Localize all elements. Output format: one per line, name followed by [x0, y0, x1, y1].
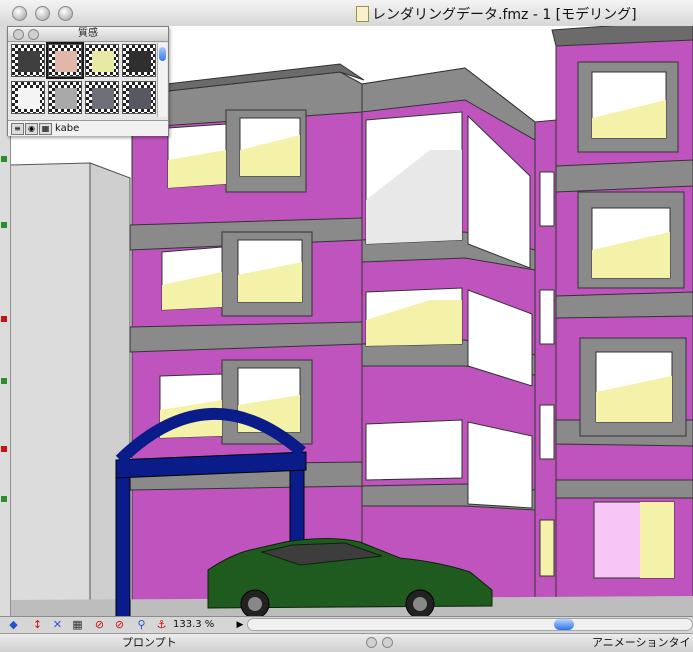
- material-edit-icon[interactable]: ◉: [25, 123, 38, 135]
- document-icon: [356, 6, 369, 22]
- animation-panel-collapse-button[interactable]: [382, 637, 393, 648]
- selected-material-name: kabe: [55, 123, 80, 134]
- minimize-button[interactable]: [35, 6, 50, 21]
- wireframe-icon[interactable]: ✕: [50, 618, 65, 632]
- strip-marker: [1, 156, 7, 162]
- material-swatch[interactable]: [85, 44, 119, 77]
- prompt-panel-label[interactable]: プロンプト: [122, 634, 177, 652]
- magnifier-icon[interactable]: ⚲: [134, 618, 149, 632]
- strip-marker: [1, 446, 7, 452]
- material-palette[interactable]: 質感 ≡ ◉ ▦ kabe: [7, 26, 169, 136]
- horizontal-scroll-thumb[interactable]: [554, 619, 574, 630]
- palette-scrollbar[interactable]: [157, 43, 167, 117]
- zoom-button[interactable]: [58, 6, 73, 21]
- material-swatch-selected[interactable]: [46, 42, 84, 79]
- grid-view-icon[interactable]: ▦: [39, 123, 52, 135]
- strip-marker: [1, 316, 7, 322]
- disable-icon-2[interactable]: ⊘: [112, 618, 127, 632]
- strip-marker: [1, 496, 7, 502]
- material-swatch[interactable]: [122, 81, 156, 114]
- palette-title: 質感: [78, 28, 98, 39]
- zoom-menu-arrow-icon[interactable]: ▶: [235, 618, 245, 632]
- palette-scroll-thumb[interactable]: [159, 47, 166, 61]
- material-swatch[interactable]: [11, 81, 45, 114]
- window-titlebar: レンダリングデータ.fmz - 1 [モデリング]: [0, 0, 693, 27]
- bottom-panels: プロンプト アニメーションタイ: [0, 633, 693, 652]
- vertical-move-icon[interactable]: ↕: [30, 618, 45, 632]
- axis-icon[interactable]: ⚓: [154, 618, 169, 632]
- animation-panel-close-button[interactable]: [366, 637, 377, 648]
- close-button[interactable]: [12, 6, 27, 21]
- palette-footer: ≡ ◉ ▦ kabe: [8, 120, 168, 136]
- material-swatch[interactable]: [48, 81, 82, 114]
- view-toolbar: ◆ ↕ ✕ ▦ ⊘ ⊘ ⚲ ⚓ 133.3 % ▶: [0, 616, 693, 633]
- disable-icon[interactable]: ⊘: [92, 618, 107, 632]
- strip-marker: [1, 378, 7, 384]
- list-view-icon[interactable]: ≡: [11, 123, 24, 135]
- material-swatch[interactable]: [11, 44, 45, 77]
- window-title: レンダリングデータ.fmz - 1 [モデリング]: [372, 7, 637, 23]
- perspective-icon[interactable]: ◆: [6, 618, 21, 632]
- material-swatch[interactable]: [122, 44, 156, 77]
- strip-marker: [1, 222, 7, 228]
- material-swatch[interactable]: [85, 81, 119, 114]
- palette-titlebar[interactable]: 質感: [8, 27, 168, 42]
- animation-panel-label[interactable]: アニメーションタイ: [592, 634, 691, 652]
- horizontal-scrollbar[interactable]: [247, 618, 693, 631]
- zoom-level[interactable]: 133.3 %: [173, 617, 214, 633]
- grid-icon[interactable]: ▦: [70, 618, 85, 632]
